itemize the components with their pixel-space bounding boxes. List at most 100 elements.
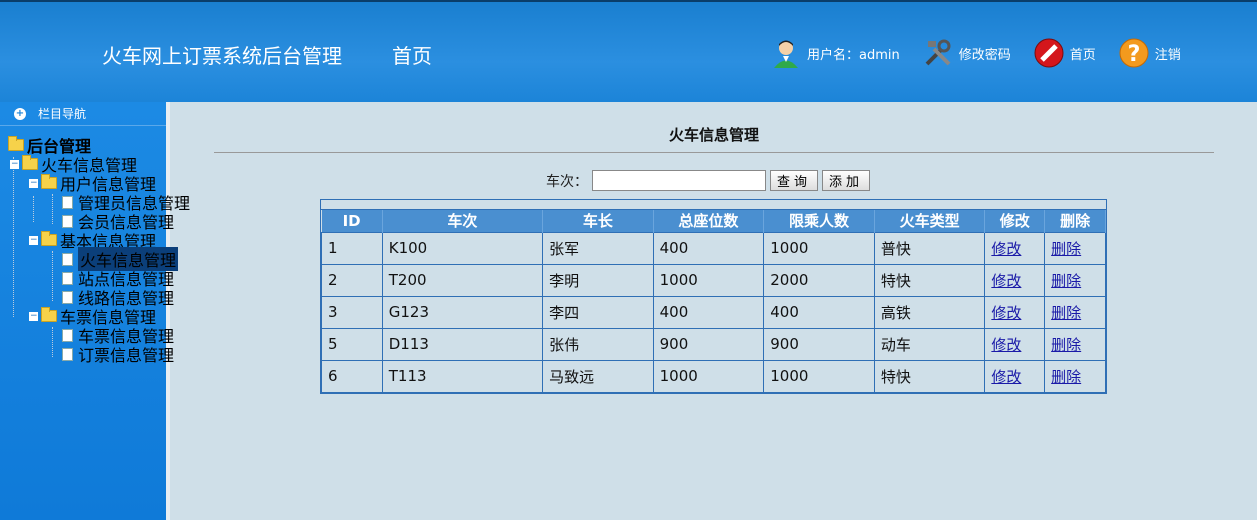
logout-label: 注销 xyxy=(1154,47,1181,63)
cell-conductor: 李明 xyxy=(542,263,654,297)
folder-open-icon xyxy=(41,307,57,322)
cell-id: 1 xyxy=(321,231,383,265)
cell-conductor: 马致远 xyxy=(542,359,654,393)
edit-link[interactable]: 修改 xyxy=(991,304,1021,322)
cell-total-seats: 900 xyxy=(652,327,765,361)
column-header: 删除 xyxy=(1044,210,1106,232)
header-home-link[interactable]: 首页 xyxy=(392,40,432,69)
cell-delete: 删除 xyxy=(1044,295,1106,329)
page-icon xyxy=(62,252,73,266)
page-icon xyxy=(62,271,73,285)
train-number-input[interactable] xyxy=(592,170,766,191)
page-icon xyxy=(62,290,73,304)
table-row: 6 T113 马致远 1000 1000 特快 修改 删除 xyxy=(321,359,1106,393)
cell-edit: 修改 xyxy=(984,231,1046,265)
edit-link[interactable]: 修改 xyxy=(991,240,1021,258)
cell-id: 5 xyxy=(321,327,383,361)
cell-train-type: 特快 xyxy=(873,359,986,393)
cell-id: 3 xyxy=(321,295,383,329)
cell-edit: 修改 xyxy=(984,327,1046,361)
edit-link[interactable]: 修改 xyxy=(991,336,1021,354)
user-avatar-icon xyxy=(774,40,798,68)
cell-train-number: K100 xyxy=(381,231,544,265)
cell-id: 2 xyxy=(321,263,383,297)
home-label: 首页 xyxy=(1069,47,1096,63)
cell-train-number: T200 xyxy=(381,263,544,297)
table-row: 3 G123 李四 400 400 高铁 修改 删除 xyxy=(321,295,1106,329)
cell-edit: 修改 xyxy=(984,295,1046,329)
cell-train-number: T113 xyxy=(381,359,544,393)
cell-edit: 修改 xyxy=(984,263,1046,297)
delete-link[interactable]: 删除 xyxy=(1051,336,1081,354)
change-password-label: 修改密码 xyxy=(958,47,1011,63)
collapse-icon: + xyxy=(14,107,26,120)
query-button[interactable]: 查询 xyxy=(770,170,819,191)
delete-link[interactable]: 删除 xyxy=(1051,272,1081,290)
nav-title: 栏目导航 xyxy=(38,107,87,121)
cell-train-number: G123 xyxy=(381,295,544,329)
cell-conductor: 李四 xyxy=(542,295,654,329)
page-icon xyxy=(62,328,73,342)
cell-capacity: 400 xyxy=(763,295,875,329)
train-table: ID 车次 车长 总座位数 限乘人数 火车类型 修改 删除 1 K100 张军 … xyxy=(320,199,1107,394)
column-header: 火车类型 xyxy=(874,210,986,232)
cell-delete: 删除 xyxy=(1044,327,1106,361)
question-icon: ? xyxy=(1119,38,1149,68)
cell-total-seats: 400 xyxy=(652,295,765,329)
column-header: 车次 xyxy=(382,210,544,232)
delete-link[interactable]: 删除 xyxy=(1051,240,1081,258)
cell-id: 6 xyxy=(321,359,383,393)
table-caption-bar xyxy=(321,200,1106,210)
table-header-row: ID 车次 车长 总座位数 限乘人数 火车类型 修改 删除 xyxy=(321,210,1106,232)
nav-header[interactable]: + 栏目导航 xyxy=(0,102,166,126)
column-header: ID xyxy=(321,210,383,232)
minus-icon: − xyxy=(10,158,19,169)
page-title: 火车信息管理 xyxy=(668,126,759,144)
folder-open-icon xyxy=(22,155,38,170)
tree-line xyxy=(33,196,34,222)
cell-total-seats: 1000 xyxy=(652,263,765,297)
folder-open-icon xyxy=(41,174,57,189)
folder-open-icon xyxy=(8,136,24,151)
divider xyxy=(214,152,1214,153)
cell-train-type: 普快 xyxy=(873,231,986,265)
cell-train-type: 特快 xyxy=(873,263,986,297)
cell-edit: 修改 xyxy=(984,359,1046,393)
cell-train-type: 动车 xyxy=(873,327,986,361)
minus-icon: − xyxy=(29,177,38,188)
tree-line xyxy=(52,194,53,224)
app-title: 火车网上订票系统后台管理 xyxy=(102,44,342,68)
train-table-grid: ID 车次 车长 总座位数 限乘人数 火车类型 修改 删除 1 K100 张军 … xyxy=(321,210,1106,393)
cell-total-seats: 400 xyxy=(652,231,765,265)
tree-item-booking[interactable]: 订票信息管理 xyxy=(62,345,174,365)
folder-open-icon xyxy=(41,231,57,246)
cell-capacity: 900 xyxy=(763,327,875,361)
edit-link[interactable]: 修改 xyxy=(991,272,1021,290)
tree-line xyxy=(52,327,53,357)
cell-capacity: 2000 xyxy=(763,263,875,297)
minus-icon: − xyxy=(29,310,38,321)
edit-link[interactable]: 修改 xyxy=(991,368,1021,386)
cell-capacity: 1000 xyxy=(763,231,875,265)
table-row: 2 T200 李明 1000 2000 特快 修改 删除 xyxy=(321,263,1106,297)
header-actions: 用户名：admin 修改密码 首页 ? 注销 xyxy=(770,36,1203,70)
stop-sign-icon xyxy=(1034,38,1064,68)
column-header: 修改 xyxy=(984,210,1046,232)
tree-line xyxy=(13,157,14,317)
add-button[interactable]: 添加 xyxy=(822,170,871,191)
column-header: 车长 xyxy=(542,210,654,232)
change-password-button[interactable]: 修改密码 xyxy=(922,37,1011,69)
minus-icon: − xyxy=(29,234,38,245)
cell-train-type: 高铁 xyxy=(873,295,986,329)
delete-link[interactable]: 删除 xyxy=(1051,304,1081,322)
column-header: 总座位数 xyxy=(653,210,765,232)
page-icon xyxy=(62,347,73,361)
page-icon xyxy=(62,214,73,228)
cell-delete: 删除 xyxy=(1044,263,1106,297)
cell-train-number: D113 xyxy=(381,327,544,361)
home-button[interactable]: 首页 xyxy=(1033,37,1096,69)
svg-text:?: ? xyxy=(1127,42,1140,67)
logout-button[interactable]: ? 注销 xyxy=(1118,37,1181,69)
header: 火车网上订票系统后台管理 首页 用户名：admin 修改密码 首页 ? 注销 xyxy=(0,0,1257,102)
delete-link[interactable]: 删除 xyxy=(1051,368,1081,386)
